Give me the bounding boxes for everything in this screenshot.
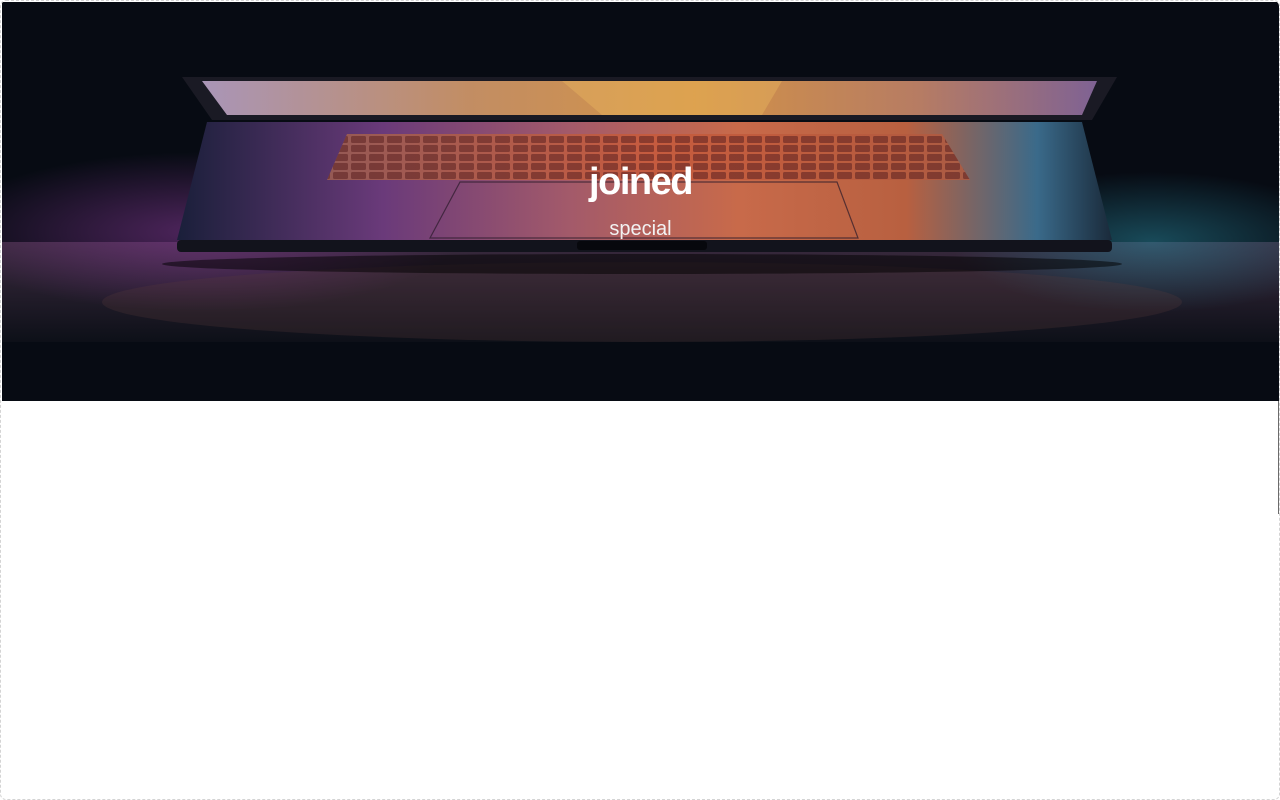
hero-title: joined [589,161,693,203]
page-frame: joined special [0,0,1280,800]
scrollbar-edge [1278,401,1279,514]
hero-subtitle: special [609,218,672,240]
hero-banner: joined special [2,2,1279,401]
